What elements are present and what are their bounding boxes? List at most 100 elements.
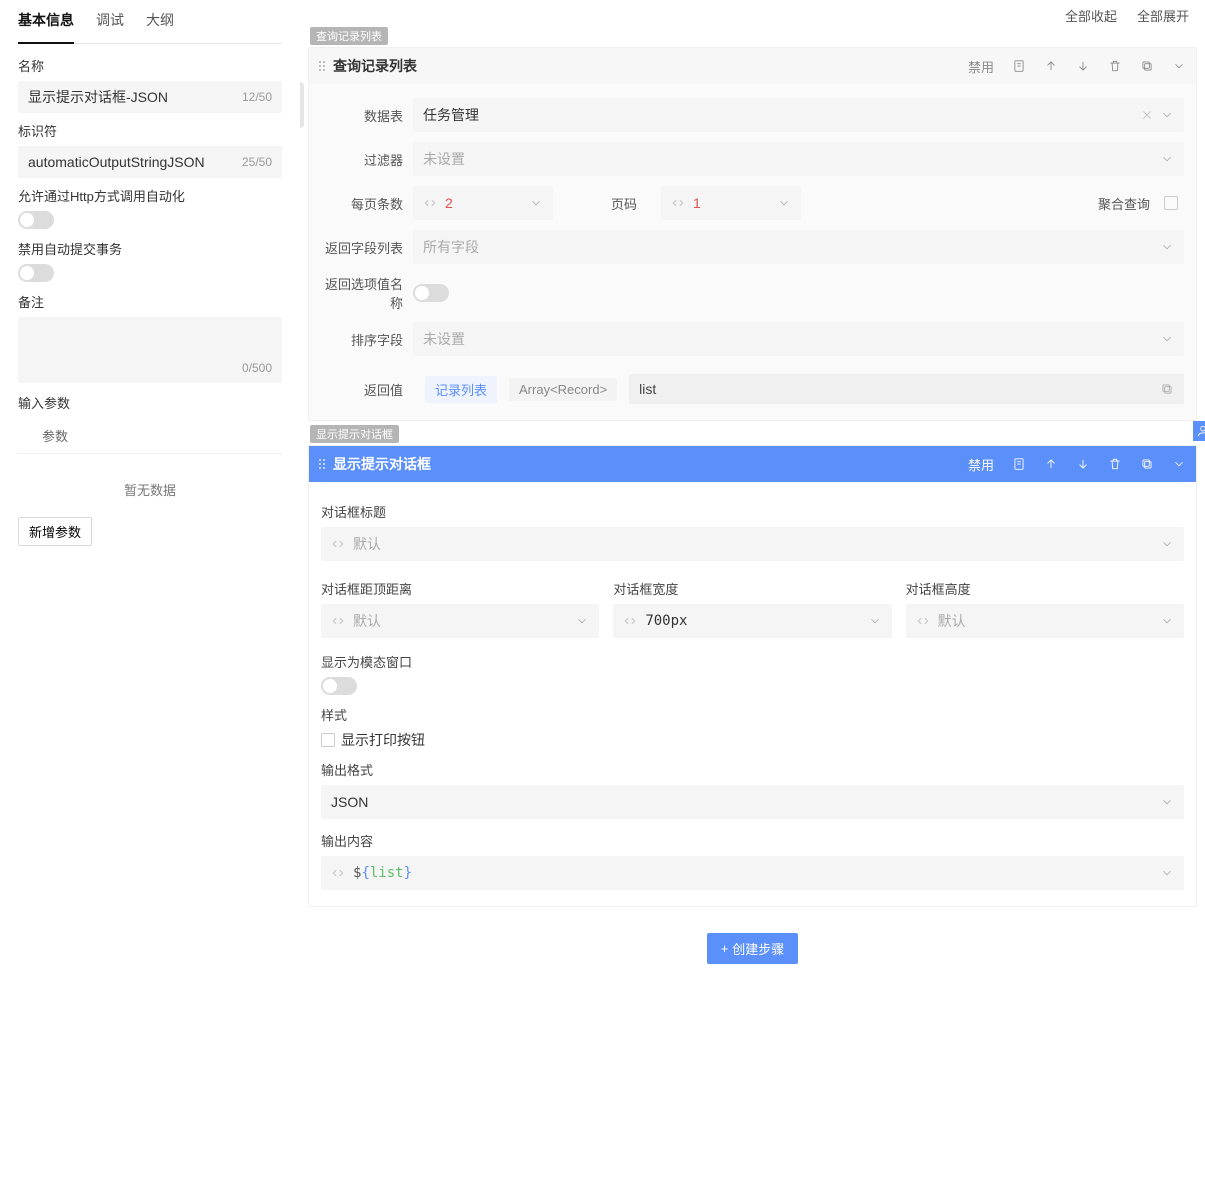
chevron-down-icon[interactable] bbox=[1172, 457, 1186, 471]
chevron-down-icon[interactable] bbox=[1160, 614, 1174, 628]
top-links: 全部收起 全部展开 bbox=[300, 0, 1205, 25]
disable-button[interactable]: 禁用 bbox=[968, 57, 994, 76]
add-param-button[interactable]: 新增参数 bbox=[18, 517, 92, 546]
chevron-down-icon[interactable] bbox=[777, 196, 791, 210]
sort-placeholder: 未设置 bbox=[423, 329, 465, 349]
tab-debug[interactable]: 调试 bbox=[96, 0, 124, 43]
print-btn-checkbox[interactable] bbox=[321, 733, 335, 747]
param-header-text: 参数 bbox=[42, 426, 68, 445]
modal-switch[interactable] bbox=[321, 677, 357, 695]
move-up-icon[interactable] bbox=[1044, 457, 1058, 471]
chevron-down-icon[interactable] bbox=[1160, 240, 1174, 254]
move-down-icon[interactable] bbox=[1076, 457, 1090, 471]
chevron-down-icon[interactable] bbox=[529, 196, 543, 210]
identifier-input[interactable]: automaticOutputStringJSON 25/50 bbox=[18, 146, 282, 178]
code-icon bbox=[671, 196, 685, 210]
chevron-down-icon[interactable] bbox=[1160, 152, 1174, 166]
copy-icon[interactable] bbox=[1140, 59, 1154, 73]
copy-icon[interactable] bbox=[1160, 382, 1174, 396]
panel-query-records: 查询记录列表 禁用 数据表 任务管理 bbox=[308, 47, 1197, 421]
delete-icon[interactable] bbox=[1108, 59, 1122, 73]
chevron-down-icon[interactable] bbox=[868, 614, 882, 628]
sidebar-tabs: 基本信息 调试 大纲 bbox=[18, 0, 282, 44]
filter-label: 过滤器 bbox=[321, 150, 413, 169]
clear-icon[interactable] bbox=[1140, 108, 1154, 122]
dlg-height-value: 默认 bbox=[938, 611, 966, 631]
output-format-select[interactable]: JSON bbox=[321, 785, 1184, 819]
tab-outline[interactable]: 大纲 bbox=[146, 0, 174, 43]
move-up-icon[interactable] bbox=[1044, 59, 1058, 73]
return-value-text: list bbox=[639, 381, 656, 397]
datatable-value: 任务管理 bbox=[423, 105, 479, 125]
sort-select[interactable]: 未设置 bbox=[413, 322, 1184, 356]
panel2-title: 显示提示对话框 bbox=[333, 454, 968, 474]
note-icon[interactable] bbox=[1012, 457, 1026, 471]
returnfields-label: 返回字段列表 bbox=[321, 238, 413, 257]
user-badge-icon[interactable] bbox=[1193, 421, 1205, 441]
output-format-label: 输出格式 bbox=[321, 760, 1184, 779]
splitter-handle[interactable] bbox=[300, 82, 304, 128]
chevron-down-icon[interactable] bbox=[1160, 795, 1174, 809]
datatable-select[interactable]: 任务管理 bbox=[413, 98, 1184, 132]
copy-icon[interactable] bbox=[1140, 457, 1154, 471]
chevron-down-icon[interactable] bbox=[1160, 537, 1174, 551]
panel2-actions: 禁用 bbox=[968, 455, 1186, 474]
dlg-width-select[interactable]: 700px bbox=[613, 604, 891, 638]
chevron-down-icon[interactable] bbox=[1160, 332, 1174, 346]
identifier-counter: 25/50 bbox=[242, 155, 272, 169]
expand-all-link[interactable]: 全部展开 bbox=[1137, 6, 1189, 25]
create-step-button[interactable]: + 创建步骤 bbox=[707, 933, 799, 964]
return-pill-type: Array<Record> bbox=[509, 378, 617, 401]
filter-select[interactable]: 未设置 bbox=[413, 142, 1184, 176]
note-icon[interactable] bbox=[1012, 59, 1026, 73]
panel1-chip: 查询记录列表 bbox=[310, 27, 388, 45]
panel1-actions: 禁用 bbox=[968, 57, 1186, 76]
style-label: 样式 bbox=[321, 705, 1184, 724]
print-btn-row: 显示打印按钮 bbox=[321, 730, 1184, 750]
return-value-input[interactable]: list bbox=[629, 374, 1184, 404]
identifier-label: 标识符 bbox=[18, 121, 282, 140]
modal-label: 显示为模态窗口 bbox=[321, 652, 1184, 671]
dlg-width-value: 700px bbox=[645, 613, 687, 629]
return-pill-active[interactable]: 记录列表 bbox=[425, 376, 497, 403]
returnfields-select[interactable]: 所有字段 bbox=[413, 230, 1184, 264]
panel-show-dialog: 显示提示对话框 禁用 对话框标题 默认 bbox=[308, 445, 1197, 907]
returnfields-placeholder: 所有字段 bbox=[423, 237, 479, 257]
aggregate-checkbox[interactable] bbox=[1164, 196, 1178, 210]
chevron-down-icon[interactable] bbox=[1160, 108, 1174, 122]
returnoption-switch[interactable] bbox=[413, 284, 449, 302]
param-header: 参数 bbox=[18, 418, 282, 454]
output-content-label: 输出内容 bbox=[321, 831, 1184, 850]
disable-button[interactable]: 禁用 bbox=[968, 455, 994, 474]
tab-basic-info[interactable]: 基本信息 bbox=[18, 0, 74, 44]
drag-handle-icon[interactable] bbox=[319, 459, 325, 469]
pagesize-select[interactable]: 2 bbox=[413, 186, 553, 220]
dlg-width-label: 对话框宽度 bbox=[613, 579, 891, 598]
move-down-icon[interactable] bbox=[1076, 59, 1090, 73]
code-icon bbox=[423, 196, 437, 210]
chevron-down-icon[interactable] bbox=[575, 614, 589, 628]
name-input[interactable]: 显示提示对话框-JSON 12/50 bbox=[18, 81, 282, 113]
delete-icon[interactable] bbox=[1108, 457, 1122, 471]
chevron-down-icon[interactable] bbox=[1160, 866, 1174, 880]
dlg-title-select[interactable]: 默认 bbox=[321, 527, 1184, 561]
panel2-header: 显示提示对话框 禁用 bbox=[309, 446, 1196, 482]
code-icon bbox=[623, 614, 637, 628]
collapse-all-link[interactable]: 全部收起 bbox=[1065, 6, 1117, 25]
name-label: 名称 bbox=[18, 56, 282, 75]
params-empty: 暂无数据 bbox=[18, 454, 282, 517]
dlg-top-select[interactable]: 默认 bbox=[321, 604, 599, 638]
dlg-height-select[interactable]: 默认 bbox=[906, 604, 1184, 638]
return-row: 返回值 记录列表 Array<Record> list bbox=[321, 374, 1184, 404]
panel1-body: 数据表 任务管理 过滤器 未设置 bbox=[309, 84, 1196, 420]
remark-textarea[interactable]: 0/500 bbox=[18, 317, 282, 383]
drag-handle-icon[interactable] bbox=[319, 61, 325, 71]
http-switch[interactable] bbox=[18, 211, 54, 229]
create-step-label: 创建步骤 bbox=[732, 939, 784, 958]
tx-switch[interactable] bbox=[18, 264, 54, 282]
output-content-select[interactable]: ${list} bbox=[321, 856, 1184, 890]
filter-placeholder: 未设置 bbox=[423, 149, 465, 169]
chevron-down-icon[interactable] bbox=[1172, 59, 1186, 73]
pagenum-select[interactable]: 1 bbox=[661, 186, 801, 220]
output-content-value: ${list} bbox=[353, 865, 412, 881]
